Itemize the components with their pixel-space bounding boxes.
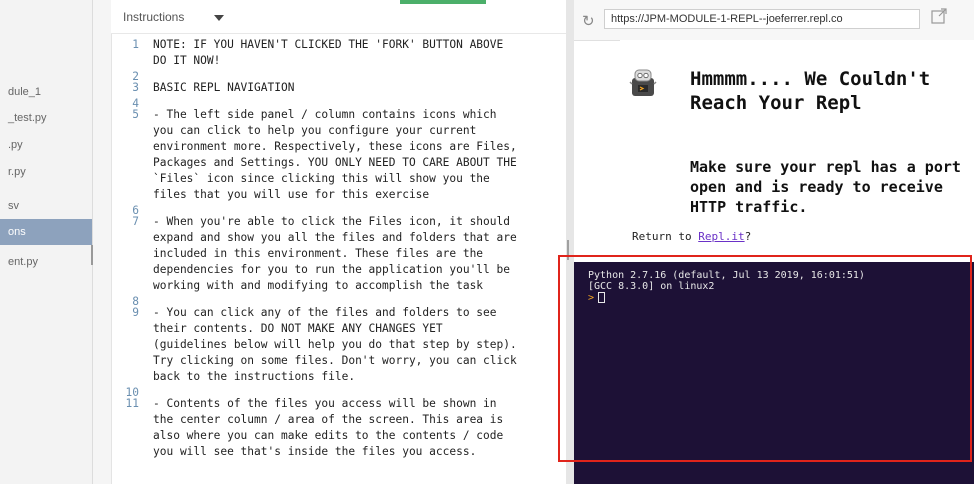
code-line: the center column / area of the screen. … (111, 413, 566, 427)
line-number: 3 (132, 81, 139, 94)
line-text: - You can click any of the files and fol… (153, 306, 497, 319)
file-item-active[interactable]: ons (0, 219, 92, 245)
console-output: Python 2.7.16 (default, Jul 13 2019, 16:… (588, 270, 865, 304)
line-text: expand and show you all the files and fo… (153, 231, 517, 244)
console-prompt-line[interactable]: > (588, 292, 865, 304)
line-number: 9 (132, 306, 139, 319)
file-item[interactable]: dule_1 (0, 80, 92, 104)
editor-tab-bar: Instructions (111, 0, 566, 34)
line-text: files that you will use for this exercis… (153, 188, 430, 201)
line-number: 11 (125, 397, 139, 410)
reload-icon[interactable]: ↻ (582, 12, 595, 30)
line-text: also where you can make edits to the con… (153, 429, 504, 442)
line-text: environment more. Respectively, these ic… (153, 140, 517, 153)
code-line: DO IT NOW! (111, 54, 566, 68)
line-text: NOTE: IF YOU HAVEN'T CLICKED THE 'FORK' … (153, 38, 504, 51)
code-line: you will see that's inside the files you… (111, 445, 566, 459)
code-line: 7 - When you're able to click the Files i… (111, 215, 566, 229)
code-line: you can click to help you configure your… (111, 124, 566, 138)
line-text: - The left side panel / column contains … (153, 108, 497, 121)
code-line: also where you can make edits to the con… (111, 429, 566, 443)
open-in-new-tab-icon[interactable] (931, 8, 947, 29)
editor-gutter (93, 0, 112, 484)
footer-text: Return to (632, 230, 699, 243)
code-line: (guidelines below will help you do that … (111, 338, 566, 352)
line-number: 1 (132, 38, 139, 51)
chevron-down-icon[interactable] (214, 15, 224, 21)
preview-footer: Return to Repl.it? (632, 230, 751, 243)
console-panel[interactable]: Python 2.7.16 (default, Jul 13 2019, 16:… (574, 262, 974, 484)
line-number: 7 (132, 215, 139, 228)
line-text: `Files` icon since clicking this will sh… (153, 172, 490, 185)
code-line: dependencies for you to run the applicat… (111, 263, 566, 277)
preview-title: Hmmmm.... We Couldn't Reach Your Repl (690, 68, 931, 114)
code-line: files that you will use for this exercis… (111, 188, 566, 202)
code-line: environment more. Respectively, these ic… (111, 140, 566, 154)
code-line: 3 BASIC REPL NAVIGATION (111, 81, 566, 95)
file-item[interactable]: ent.py (0, 250, 92, 274)
code-line: back to the instructions file. (111, 370, 566, 384)
preview-subtitle: Make sure your repl has a port open and … (690, 158, 961, 216)
line-text: back to the instructions file. (153, 370, 356, 383)
robot-icon (629, 69, 657, 96)
line-text: DO IT NOW! (153, 54, 221, 67)
web-preview: Hmmmm.... We Couldn't Reach Your Repl Ma… (620, 40, 974, 254)
code-line: 9 - You can click any of the files and fo… (111, 306, 566, 320)
file-item[interactable]: r.py (0, 160, 92, 184)
run-indicator (400, 0, 486, 4)
file-item[interactable]: .py (0, 133, 92, 157)
code-line: `Files` icon since clicking this will sh… (111, 172, 566, 186)
line-text: you can click to help you configure your… (153, 124, 477, 137)
line-text: working with and modifying to accomplish… (153, 279, 484, 292)
line-text: the center column / area of the screen. … (153, 413, 504, 426)
pane-resize-handle[interactable] (567, 240, 569, 260)
line-text: their contents. DO NOT MAKE ANY CHANGES … (153, 322, 443, 335)
browser-bar: ↻ https://JPM-MODULE-1-REPL--joeferrer.r… (574, 0, 974, 41)
code-line: included in this environment. These file… (111, 247, 566, 261)
console-line: [GCC 8.3.0] on linux2 (588, 281, 715, 292)
file-item[interactable]: _test.py (0, 106, 92, 130)
code-line: Packages and Settings. YOU ONLY NEED TO … (111, 156, 566, 170)
tab-instructions[interactable]: Instructions (123, 10, 184, 24)
line-number: 5 (132, 108, 139, 121)
line-text: BASIC REPL NAVIGATION (153, 81, 295, 94)
line-text: - When you're able to click the Files ic… (153, 215, 510, 228)
line-text: included in this environment. These file… (153, 247, 484, 260)
line-text: you will see that's inside the files you… (153, 445, 477, 458)
line-text: Packages and Settings. YOU ONLY NEED TO … (153, 156, 517, 169)
code-line: their contents. DO NOT MAKE ANY CHANGES … (111, 322, 566, 336)
code-line: 1 NOTE: IF YOU HAVEN'T CLICKED THE 'FORK'… (111, 38, 566, 52)
line-text: - Contents of the files you access will … (153, 397, 497, 410)
prompt-icon: > (588, 292, 595, 304)
console-line: Python 2.7.16 (default, Jul 13 2019, 16:… (588, 270, 865, 281)
repl-link[interactable]: Repl.it (698, 230, 744, 243)
code-line: 11 - Contents of the files you access wil… (111, 397, 566, 411)
code-line: working with and modifying to accomplish… (111, 279, 566, 293)
file-item[interactable]: sv (0, 194, 92, 218)
line-text: (guidelines below will help you do that … (153, 338, 517, 351)
code-line: Try clicking on some files. Don't worry,… (111, 354, 566, 368)
file-sidebar: dule_1 _test.py .py r.py sv ons ent.py (0, 0, 93, 484)
line-text: Try clicking on some files. Don't worry,… (153, 354, 517, 367)
code-line: expand and show you all the files and fo… (111, 231, 566, 245)
code-editor[interactable]: 1 NOTE: IF YOU HAVEN'T CLICKED THE 'FORK'… (111, 36, 566, 484)
footer-suffix: ? (744, 230, 752, 243)
url-field[interactable]: https://JPM-MODULE-1-REPL--joeferrer.rep… (604, 9, 920, 29)
code-line: 5 - The left side panel / column contains… (111, 108, 566, 122)
console-cursor (598, 292, 606, 303)
line-text: dependencies for you to run the applicat… (153, 263, 510, 276)
